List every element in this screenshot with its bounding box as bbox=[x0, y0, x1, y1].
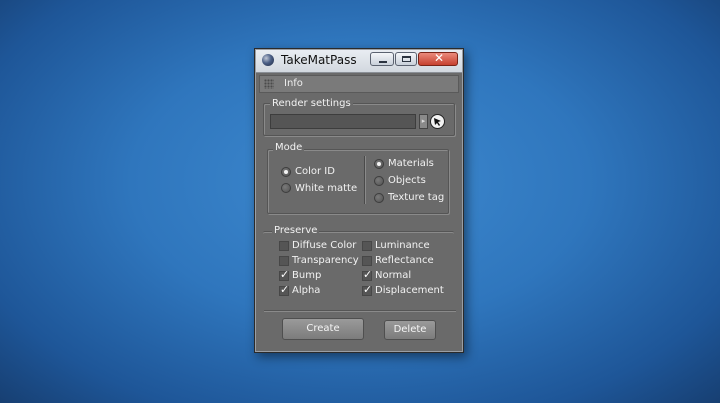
delete-button[interactable]: Delete bbox=[384, 320, 436, 340]
check-icon: ✓ bbox=[280, 283, 290, 296]
checkbox-label-reflectance: Reflectance bbox=[375, 255, 434, 266]
checkbox-reflectance[interactable] bbox=[362, 256, 372, 266]
grip-icon[interactable] bbox=[264, 79, 274, 89]
minimize-icon bbox=[379, 61, 387, 63]
radio-objects[interactable] bbox=[374, 176, 384, 186]
checkbox-label-diffuse-color: Diffuse Color bbox=[292, 240, 357, 251]
mode-divider bbox=[364, 156, 365, 204]
checkbox-normal[interactable]: ✓ bbox=[362, 268, 373, 281]
radio-label-objects: Objects bbox=[388, 175, 426, 186]
checkbox-alpha[interactable]: ✓ bbox=[279, 283, 290, 296]
radio-label-white-matte: White matte bbox=[295, 183, 358, 194]
close-button[interactable]: ✕ bbox=[418, 51, 458, 66]
render-settings-field[interactable] bbox=[270, 114, 416, 129]
check-icon: ✓ bbox=[363, 283, 373, 296]
radio-texture-tag[interactable] bbox=[374, 193, 384, 203]
maximize-button[interactable] bbox=[395, 52, 417, 66]
menu-bar: Info bbox=[259, 75, 459, 93]
checkbox-label-transparency: Transparency bbox=[292, 255, 359, 266]
checkbox-label-bump: Bump bbox=[292, 270, 322, 281]
window-title: TakeMatPass bbox=[281, 53, 357, 67]
radio-label-texture-tag: Texture tag bbox=[388, 192, 445, 203]
checkbox-bump[interactable]: ✓ bbox=[279, 268, 290, 281]
preserve-title: Preserve bbox=[272, 225, 320, 236]
menu-item-info[interactable]: Info bbox=[284, 78, 303, 89]
render-settings-title: Render settings bbox=[270, 98, 353, 109]
mode-title: Mode bbox=[273, 142, 305, 153]
radio-label-color-id: Color ID bbox=[295, 166, 335, 177]
checkbox-transparency[interactable] bbox=[279, 256, 289, 266]
maximize-icon bbox=[402, 56, 411, 62]
checkbox-label-alpha: Alpha bbox=[292, 285, 321, 296]
pick-object-icon[interactable] bbox=[430, 114, 445, 129]
radio-white-matte[interactable] bbox=[281, 183, 291, 193]
checkbox-diffuse-color[interactable] bbox=[279, 241, 289, 251]
checkbox-label-luminance: Luminance bbox=[375, 240, 430, 251]
cinema4d-app-icon bbox=[262, 54, 274, 66]
render-settings-dropdown[interactable]: ▸ bbox=[419, 114, 428, 129]
checkbox-label-displacement: Displacement bbox=[375, 285, 444, 296]
checkbox-label-normal: Normal bbox=[375, 270, 412, 281]
minimize-button[interactable] bbox=[370, 52, 394, 66]
footer-divider bbox=[264, 310, 456, 311]
close-icon: ✕ bbox=[434, 51, 445, 65]
check-icon: ✓ bbox=[280, 268, 290, 281]
checkbox-displacement[interactable]: ✓ bbox=[362, 283, 373, 296]
radio-materials[interactable] bbox=[374, 159, 384, 169]
radio-color-id[interactable] bbox=[281, 167, 291, 177]
create-button[interactable]: Create bbox=[282, 318, 364, 340]
radio-label-materials: Materials bbox=[388, 158, 434, 169]
check-icon: ✓ bbox=[363, 268, 373, 281]
title-bar[interactable]: TakeMatPass ✕ bbox=[256, 50, 462, 73]
checkbox-luminance[interactable] bbox=[362, 241, 372, 251]
